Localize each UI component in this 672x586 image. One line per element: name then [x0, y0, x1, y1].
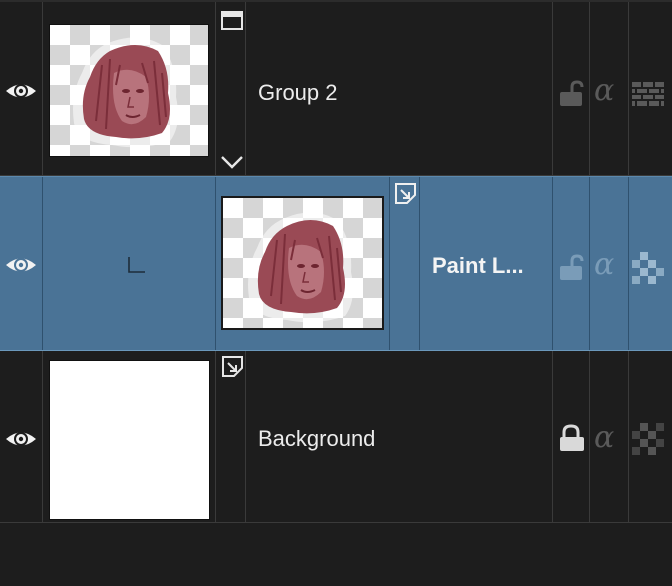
layer-thumbnail — [49, 24, 209, 157]
portrait-thumbnail-icon — [248, 212, 353, 323]
clipping-indent-icon — [128, 257, 145, 273]
layer-name[interactable]: Background — [258, 426, 375, 452]
paint-layer-icon — [222, 356, 243, 377]
layer-name[interactable]: Paint L... — [432, 253, 524, 279]
eye-icon[interactable] — [5, 80, 37, 102]
layer-thumbnail — [49, 360, 210, 520]
inherit-alpha-icon[interactable] — [632, 82, 664, 106]
portrait-thumbnail-icon — [73, 37, 178, 148]
eye-icon[interactable] — [5, 254, 37, 276]
layer-row-paint-layer[interactable]: Paint L... α — [0, 176, 672, 351]
paint-layer-icon — [395, 183, 416, 204]
empty-layer-area[interactable] — [0, 523, 672, 586]
chevron-down-icon[interactable] — [220, 154, 244, 170]
layer-row-group-2[interactable]: Group 2 α — [0, 0, 672, 176]
layer-row-background[interactable]: Background α — [0, 351, 672, 523]
folder-icon — [221, 11, 243, 30]
unlocked-icon[interactable] — [558, 80, 586, 108]
layer-thumbnail — [221, 196, 384, 330]
alpha-lock-icon[interactable]: α — [594, 423, 614, 453]
layer-name[interactable]: Group 2 — [258, 80, 338, 106]
unlocked-icon[interactable] — [558, 254, 586, 282]
inherit-alpha-icon[interactable] — [632, 423, 664, 455]
layers-panel: Group 2 α Paint L... α Background α — [0, 0, 672, 586]
alpha-lock-icon[interactable]: α — [594, 76, 614, 106]
inherit-alpha-icon[interactable] — [632, 252, 664, 284]
alpha-lock-icon[interactable]: α — [594, 250, 614, 280]
locked-icon[interactable] — [558, 423, 586, 453]
eye-icon[interactable] — [5, 428, 37, 450]
